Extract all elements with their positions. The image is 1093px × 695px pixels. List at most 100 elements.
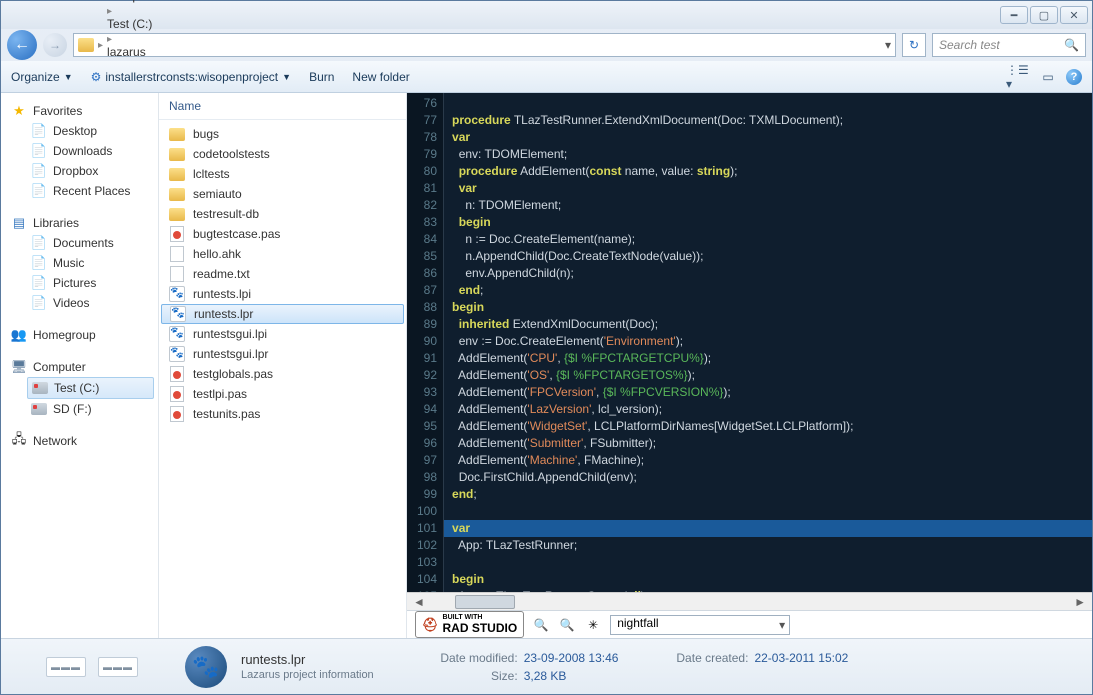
file-name: testunits.pas bbox=[193, 407, 260, 421]
theme-select[interactable]: nightfall bbox=[610, 615, 790, 635]
file-list: Name bugs codetoolstests lcltestssemiauto t… bbox=[159, 93, 407, 638]
settings-button[interactable]: ✳ bbox=[584, 616, 602, 634]
status-panel-2: ▬▬▬ bbox=[98, 657, 138, 677]
network-icon: 🖧 bbox=[11, 433, 27, 449]
file-name: runtests.lpi bbox=[193, 287, 251, 301]
created-value: 22-03-2011 15:02 bbox=[754, 651, 848, 665]
folder-icon: 📄 bbox=[31, 183, 47, 199]
file-item-bugtestcase-pas[interactable]: bugtestcase.pas bbox=[159, 224, 406, 244]
libraries-icon: ▤ bbox=[11, 215, 27, 231]
file-name: codetoolstests bbox=[193, 147, 270, 161]
disk-icon bbox=[32, 380, 48, 396]
dropdown-icon[interactable]: ▾ bbox=[885, 38, 891, 52]
forward-button[interactable]: → bbox=[43, 33, 67, 57]
file-item-semiauto[interactable]: semiauto bbox=[159, 184, 406, 204]
gear-icon: ⚙ bbox=[91, 70, 102, 84]
navigation-panel: ★Favorites 📄Desktop📄Downloads📄Dropbox📄Re… bbox=[1, 93, 159, 638]
chevron-right-icon[interactable]: ▸ bbox=[107, 34, 112, 45]
address-bar[interactable]: ▸ Computer▸Test (C:)▸lazarus▸test▸ ▾ bbox=[73, 33, 896, 57]
file-name: hello.ahk bbox=[193, 247, 241, 261]
new-folder-button[interactable]: New folder bbox=[352, 70, 409, 84]
minimize-button[interactable]: ━ bbox=[1000, 6, 1028, 24]
view-options-button[interactable]: ⋮☰ ▾ bbox=[1006, 67, 1030, 87]
help-icon[interactable]: ? bbox=[1066, 69, 1082, 85]
breadcrumb-test--c--[interactable]: Test (C:) bbox=[107, 17, 160, 31]
back-button[interactable]: ← bbox=[7, 30, 37, 60]
modified-value: 23-09-2008 13:46 bbox=[524, 651, 619, 665]
nav-item-recent-places[interactable]: 📄Recent Places bbox=[27, 181, 154, 201]
file-item-lcltests[interactable]: lcltests bbox=[159, 164, 406, 184]
nav-item-desktop[interactable]: 📄Desktop bbox=[27, 121, 154, 141]
maximize-button[interactable]: ▢ bbox=[1030, 6, 1058, 24]
file-name: readme.txt bbox=[193, 267, 250, 281]
file-item-testglobals-pas[interactable]: testglobals.pas bbox=[159, 364, 406, 384]
file-item-runtestsgui-lpi[interactable]: runtestsgui.lpi bbox=[159, 324, 406, 344]
selected-filename: runtests.lpr bbox=[241, 652, 374, 667]
nav-item-videos[interactable]: 📄Videos bbox=[27, 293, 154, 313]
column-header-name[interactable]: Name bbox=[159, 93, 406, 120]
nav-item-dropbox[interactable]: 📄Dropbox bbox=[27, 161, 154, 181]
file-item-readme-txt[interactable]: readme.txt bbox=[159, 264, 406, 284]
file-item-runtestsgui-lpr[interactable]: runtestsgui.lpr bbox=[159, 344, 406, 364]
file-item-testlpi-pas[interactable]: testlpi.pas bbox=[159, 384, 406, 404]
file-item-bugs[interactable]: bugs bbox=[159, 124, 406, 144]
organize-menu[interactable]: Organize ▼ bbox=[11, 70, 73, 84]
computer-icon: 🖥 bbox=[11, 359, 27, 375]
breadcrumb-computer[interactable]: Computer bbox=[107, 0, 160, 3]
star-icon: ★ bbox=[11, 103, 27, 119]
txt-icon bbox=[169, 266, 185, 282]
libraries-heading[interactable]: ▤Libraries bbox=[5, 213, 154, 233]
search-input[interactable]: Search test 🔍 bbox=[932, 33, 1086, 57]
file-item-testresult-db[interactable]: testresult-db bbox=[159, 204, 406, 224]
chevron-right-icon[interactable]: ▸ bbox=[98, 40, 103, 51]
library-icon: 📄 bbox=[31, 255, 47, 271]
created-label: Date created: bbox=[658, 651, 748, 665]
network-heading[interactable]: 🖧Network bbox=[5, 431, 154, 451]
helmet-icon: ⛑ bbox=[422, 617, 439, 633]
nav-item-sd--f--[interactable]: SD (F:) bbox=[27, 399, 154, 419]
search-placeholder: Search test bbox=[939, 38, 1000, 52]
preview-pane-button[interactable]: ▭ bbox=[1036, 67, 1060, 87]
homegroup-heading[interactable]: 👥Homegroup bbox=[5, 325, 154, 345]
search-icon: 🔍 bbox=[1064, 38, 1079, 52]
chevron-right-icon[interactable]: ▸ bbox=[107, 6, 112, 17]
disk-icon bbox=[31, 401, 47, 417]
file-name: testresult-db bbox=[193, 207, 259, 221]
line-gutter: 7677787980818283848586878889909192939495… bbox=[407, 93, 444, 592]
zoom-out-button[interactable]: 🔍 bbox=[558, 616, 576, 634]
code-preview[interactable]: 7677787980818283848586878889909192939495… bbox=[407, 93, 1092, 592]
file-item-codetoolstests[interactable]: codetoolstests bbox=[159, 144, 406, 164]
close-button[interactable]: ✕ bbox=[1060, 6, 1088, 24]
library-icon: 📄 bbox=[31, 295, 47, 311]
horizontal-scrollbar[interactable]: ◄ ► bbox=[407, 592, 1092, 610]
nav-item-downloads[interactable]: 📄Downloads bbox=[27, 141, 154, 161]
folder-icon: 📄 bbox=[31, 123, 47, 139]
file-item-hello-ahk[interactable]: hello.ahk bbox=[159, 244, 406, 264]
folder-icon bbox=[78, 38, 94, 52]
nav-item-test--c--[interactable]: Test (C:) bbox=[27, 377, 154, 399]
lpi-icon bbox=[170, 306, 186, 322]
folder-icon bbox=[169, 146, 185, 162]
breadcrumb-lazarus[interactable]: lazarus bbox=[107, 45, 160, 59]
nav-item-documents[interactable]: 📄Documents bbox=[27, 233, 154, 253]
lpi-icon bbox=[169, 346, 185, 362]
preview-toolbar: ⛑ BUILT WITHRAD STUDIO 🔍 🔍 ✳ nightfall bbox=[407, 610, 1092, 638]
nav-item-pictures[interactable]: 📄Pictures bbox=[27, 273, 154, 293]
library-icon: 📄 bbox=[31, 235, 47, 251]
file-item-runtests-lpr[interactable]: runtests.lpr bbox=[161, 304, 404, 324]
size-label: Size: bbox=[428, 669, 518, 683]
burn-button[interactable]: Burn bbox=[309, 70, 334, 84]
nav-item-music[interactable]: 📄Music bbox=[27, 253, 154, 273]
refresh-button[interactable]: ↻ bbox=[902, 33, 926, 57]
zoom-in-button[interactable]: 🔍 bbox=[532, 616, 550, 634]
scrollbar-thumb[interactable] bbox=[455, 595, 515, 609]
open-with-button[interactable]: ⚙ installerstrconsts:wisopenproject ▼ bbox=[91, 70, 291, 84]
folder-icon bbox=[169, 166, 185, 182]
favorites-heading[interactable]: ★Favorites bbox=[5, 101, 154, 121]
computer-heading[interactable]: 🖥Computer bbox=[5, 357, 154, 377]
pas-icon bbox=[169, 366, 185, 382]
rad-studio-badge: ⛑ BUILT WITHRAD STUDIO bbox=[415, 611, 524, 638]
file-item-testunits-pas[interactable]: testunits.pas bbox=[159, 404, 406, 424]
file-item-runtests-lpi[interactable]: runtests.lpi bbox=[159, 284, 406, 304]
homegroup-icon: 👥 bbox=[11, 327, 27, 343]
